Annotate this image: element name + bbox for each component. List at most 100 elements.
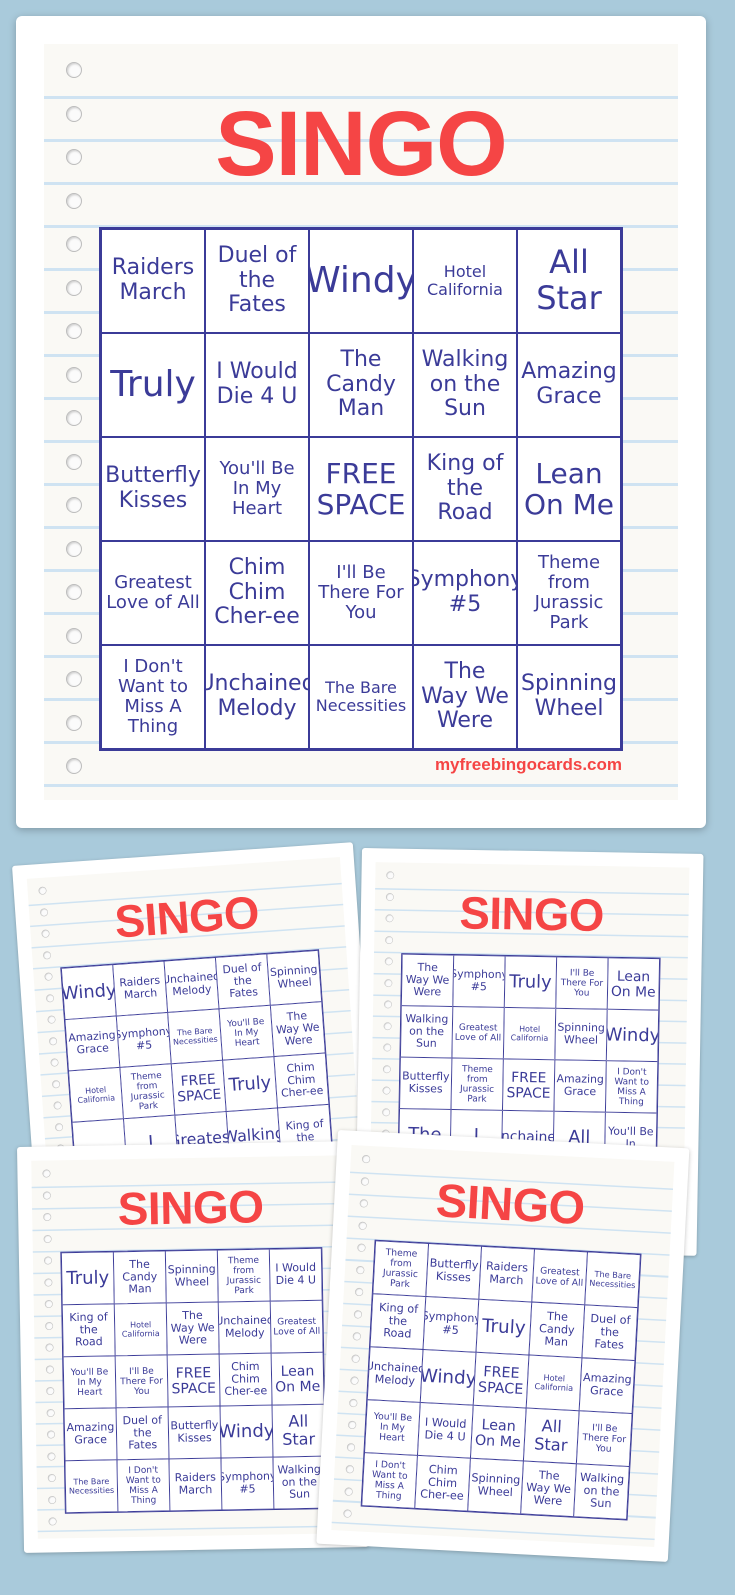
bingo-cell: The Way We Were: [520, 1460, 577, 1517]
bingo-cell: The Way We Were: [166, 1302, 220, 1355]
main-bingo-card: SINGO Raiders March Duel of the Fates Windy…: [16, 16, 706, 828]
bingo-cell: Spinning Wheel: [517, 645, 621, 749]
binder-hole-icon: [382, 1086, 391, 1095]
bingo-card-preview: SINGO Theme from Jurassic Park Butterfly K…: [316, 1130, 690, 1562]
binder-hole-icon: [384, 957, 393, 966]
bingo-cell: Greatest Love of All: [531, 1249, 588, 1305]
card-title: SINGO: [117, 1181, 264, 1235]
bingo-cell: Duel of the Fates: [116, 1406, 169, 1460]
binder-hole-icon: [44, 1299, 53, 1309]
bingo-cell: Unchained Melody: [205, 645, 309, 749]
bingo-cell: I'll Be There For You: [576, 1410, 633, 1467]
binder-hole-icon: [343, 1509, 352, 1518]
bingo-cell: Symphony #5: [116, 1012, 172, 1068]
bingo-grid: Theme from Jurassic Park Butterfly Kisses…: [360, 1239, 642, 1521]
binder-hole-icon: [43, 1234, 52, 1243]
bingo-cell: Hotel California: [526, 1355, 582, 1411]
bingo-cell: The Bare Necessities: [64, 1459, 118, 1513]
bingo-cell: All Star: [272, 1404, 325, 1458]
binder-hole-icon: [47, 1452, 56, 1461]
bingo-cell: King of the Road: [413, 437, 517, 541]
binder-hole-icon: [383, 1043, 392, 1052]
notebook-paper: SINGO Theme from Jurassic Park Butterfly K…: [331, 1145, 675, 1547]
bingo-cell: The Way We Were: [413, 645, 517, 749]
binder-hole-icon: [385, 935, 394, 944]
notebook-paper: SINGO Raiders March Duel of the Fates Windy…: [44, 44, 678, 800]
bingo-cell: I'll Be There For You: [555, 956, 609, 1010]
binder-hole-icon: [66, 671, 82, 687]
binder-hole-icon: [47, 1473, 56, 1483]
binder-hole-icon: [45, 1365, 54, 1374]
binder-hole-icon: [66, 497, 82, 513]
bingo-cell: The Way We Were: [401, 954, 454, 1007]
bingo-card-preview: SINGO Truly The Candy Man Spinning Wheel The…: [17, 1140, 370, 1553]
binder-hole-icon: [42, 950, 52, 960]
binder-hole-icon: [384, 978, 393, 987]
bingo-cell: The Candy Man: [528, 1302, 585, 1358]
bingo-cell: Walking on the Sun: [413, 333, 517, 437]
bingo-cell: Lean On Me: [607, 957, 660, 1011]
bingo-cell: Duel of the Fates: [581, 1304, 638, 1361]
bingo-cell: Greatest Love of All: [270, 1300, 324, 1354]
binder-hole-icon: [45, 993, 55, 1003]
bingo-cell: Walking on the Sun: [573, 1463, 630, 1520]
binder-hole-icon: [45, 1321, 54, 1330]
binder-hole-icon: [353, 1309, 363, 1319]
bingo-cell: Greatest Love of All: [451, 1006, 505, 1059]
binder-hole-icon: [50, 1058, 59, 1067]
binder-hole-icon: [44, 1278, 53, 1287]
free-space-cell: FREE SPACE: [167, 1354, 221, 1407]
bingo-cell: Truly: [101, 333, 205, 437]
bingo-cell: You'll Be In My Heart: [205, 437, 309, 541]
bingo-cell: Lean On Me: [470, 1405, 527, 1461]
bingo-cell: Amazing Grace: [579, 1357, 635, 1414]
bingo-cell: Theme from Jurassic Park: [372, 1240, 429, 1297]
binder-hole-icon: [66, 279, 82, 296]
site-watermark[interactable]: myfreebingocards.com: [435, 755, 622, 775]
bingo-cell: I Would Die 4 U: [269, 1248, 323, 1302]
bingo-cell: Truly: [504, 955, 557, 1009]
free-space-cell: FREE SPACE: [473, 1352, 529, 1408]
binder-hole-icon: [38, 886, 47, 895]
bingo-cell: The Way We Were: [270, 1001, 326, 1057]
bingo-cell: Spinning Wheel: [266, 950, 322, 1006]
binder-hole-icon: [66, 323, 82, 339]
card-title: SINGO: [434, 1174, 586, 1235]
bingo-cell: I Don't Want to Miss A Thing: [101, 645, 205, 749]
bingo-grid: Truly The Candy Man Spinning Wheel Theme fr…: [60, 1247, 327, 1514]
bingo-cell: Windy: [309, 229, 413, 333]
binder-hole-icon: [66, 366, 82, 383]
binder-hole-icon: [47, 1015, 56, 1024]
bingo-cell: Butterfly Kisses: [399, 1057, 452, 1110]
binder-hole-icon: [66, 714, 82, 731]
binder-hole-icon: [42, 1169, 51, 1178]
binder-hole-icon: [361, 1154, 371, 1164]
notebook-paper: SINGO Truly The Candy Man Spinning Wheel The…: [31, 1155, 355, 1539]
bingo-cell: Theme from Jurassic Park: [451, 1057, 504, 1111]
free-space-cell: FREE SPACE: [171, 1060, 227, 1116]
bingo-cell: Symphony #5: [220, 1457, 274, 1510]
bingo-cell: I Don't Want to Miss A Thing: [116, 1458, 170, 1512]
binder-hole-icon: [349, 1398, 358, 1408]
bingo-cell: You'll Be In My Heart: [63, 1355, 117, 1409]
bingo-cell: Hotel California: [114, 1302, 168, 1356]
bingo-cell: Chim Chim Cher-ee: [273, 1052, 329, 1108]
bingo-cell: Windy: [61, 964, 117, 1020]
bingo-cell: Spinning Wheel: [467, 1458, 524, 1514]
bingo-cell: Symphony #5: [452, 955, 506, 1008]
binder-hole-icon: [48, 1036, 58, 1046]
binder-hole-icon: [66, 758, 82, 774]
bingo-cell: Lean On Me: [517, 437, 621, 541]
bingo-cell: The Candy Man: [113, 1250, 167, 1304]
binder-hole-icon: [46, 1430, 56, 1439]
bingo-cell: Unchained Melody: [164, 957, 219, 1013]
bingo-cell: King of the Road: [62, 1303, 116, 1357]
bingo-cell: King of the Road: [370, 1293, 426, 1350]
binder-hole-icon: [350, 1376, 359, 1385]
bingo-cell: All Star: [523, 1407, 580, 1464]
bingo-cell: Unchained Melody: [367, 1346, 424, 1403]
binder-hole-icon: [358, 1221, 367, 1230]
bingo-cell: Theme from Jurassic Park: [517, 541, 621, 645]
binder-hole-icon: [54, 1122, 64, 1132]
binder-hole-icon: [66, 540, 82, 557]
